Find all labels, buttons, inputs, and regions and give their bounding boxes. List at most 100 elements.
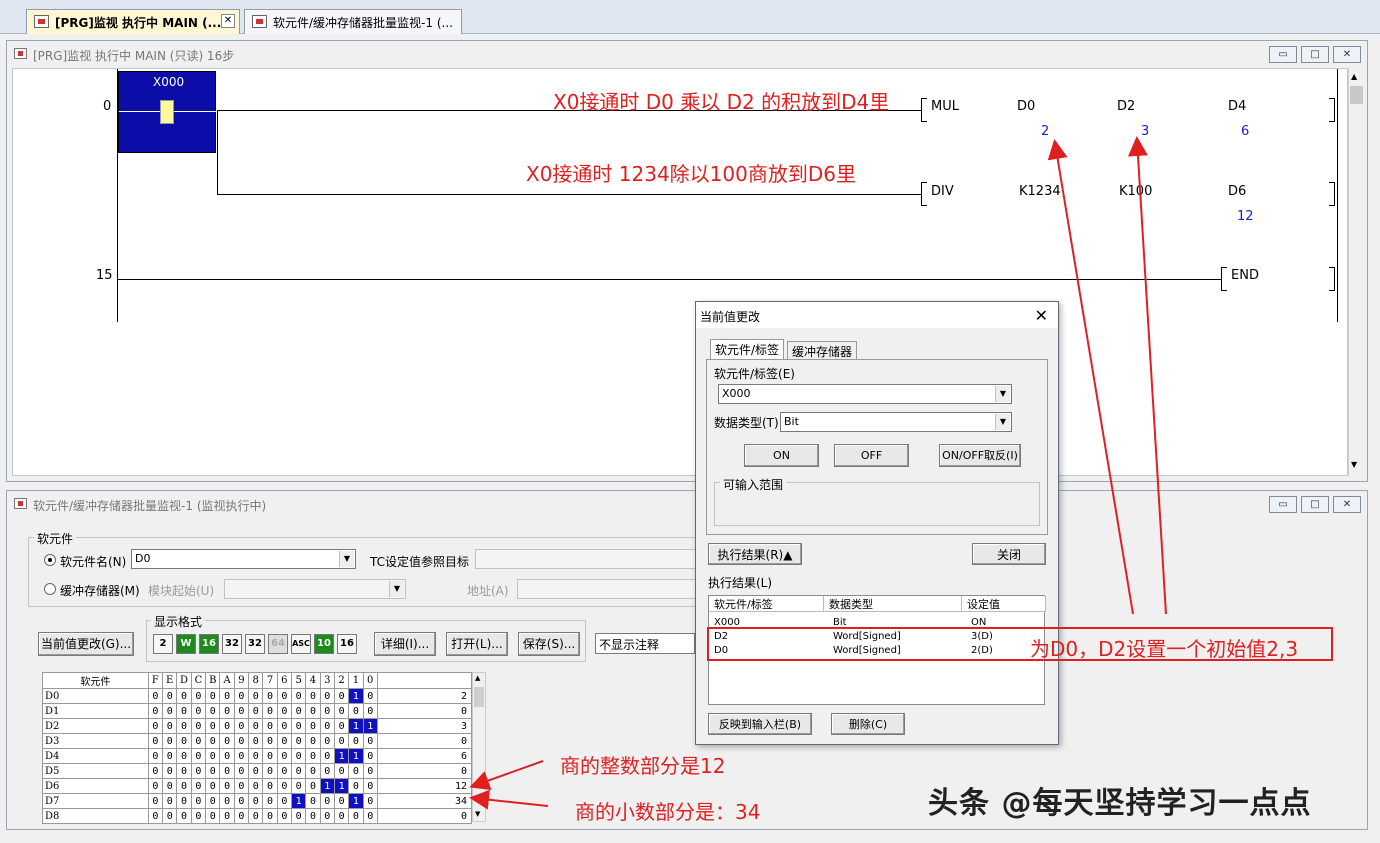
bit-cell[interactable]: 0 — [147, 763, 164, 779]
format-word-button[interactable]: W — [176, 634, 196, 654]
bit-cell[interactable]: 0 — [333, 763, 350, 779]
close-icon[interactable]: ✕ — [1035, 306, 1048, 325]
bit-cell[interactable]: 0 — [176, 778, 192, 794]
reflect-to-input-button[interactable]: 反映到输入栏(B) — [708, 713, 812, 735]
bit-cell[interactable]: 0 — [305, 808, 321, 824]
table-vertical-scrollbar[interactable]: ▲ ▼ — [472, 672, 486, 822]
bit-cell[interactable]: 0 — [305, 763, 321, 779]
bit-cell[interactable]: 0 — [205, 778, 221, 794]
bit-cell[interactable]: 0 — [348, 733, 364, 749]
bit-cell[interactable]: 0 — [319, 733, 335, 749]
table-row[interactable]: D2 0 0 0 0 0 0 0 0 0 0 0 0 0 0 1 1 3 — [42, 718, 473, 734]
bit-cell[interactable]: 0 — [176, 688, 192, 704]
bit-cell[interactable]: 0 — [248, 688, 264, 704]
bit-cell[interactable]: 0 — [262, 748, 278, 764]
bit-cell[interactable]: 0 — [233, 748, 250, 764]
row-value[interactable]: 12 — [376, 778, 473, 794]
bit-cell[interactable]: 0 — [305, 793, 321, 809]
table-row[interactable]: D3 0 0 0 0 0 0 0 0 0 0 0 0 0 0 0 0 0 — [42, 733, 473, 749]
format-32bit-float-button[interactable]: 32 — [245, 634, 265, 654]
bit-cell[interactable]: 1 — [290, 793, 307, 809]
bit-cell[interactable]: 0 — [205, 718, 221, 734]
detail-button[interactable]: 详细(I)... — [374, 632, 436, 656]
bit-cell[interactable]: 0 — [248, 778, 264, 794]
scroll-thumb[interactable] — [474, 687, 484, 707]
close-button[interactable]: ✕ — [1333, 46, 1361, 63]
bit-cell[interactable]: 0 — [276, 808, 293, 824]
operand-k100[interactable]: K100 — [1119, 184, 1152, 199]
bit-cell[interactable]: 0 — [219, 778, 235, 794]
instruction-div[interactable]: DIV — [931, 184, 954, 199]
bit-cell[interactable]: 0 — [233, 763, 250, 779]
bit-cell[interactable]: 0 — [176, 703, 192, 719]
bit-cell[interactable]: 0 — [147, 808, 164, 824]
bit-cell[interactable]: 0 — [162, 793, 178, 809]
bit-cell[interactable]: 0 — [147, 793, 164, 809]
format-binary-button[interactable]: 2 — [153, 634, 173, 654]
device-name-combo[interactable]: D0 ▼ — [131, 549, 356, 569]
off-button[interactable]: OFF — [834, 444, 909, 467]
bit-cell[interactable]: 1 — [348, 793, 364, 809]
bit-cell[interactable]: 0 — [362, 748, 378, 764]
bit-cell[interactable]: 0 — [219, 793, 235, 809]
ladder-vertical-scrollbar[interactable]: ▲ ▼ — [1348, 68, 1364, 476]
bit-cell[interactable]: 0 — [176, 763, 192, 779]
tc-reference-field[interactable] — [475, 549, 700, 569]
bit-cell[interactable]: 0 — [305, 688, 321, 704]
bit-cell[interactable]: 0 — [319, 703, 335, 719]
bit-cell[interactable]: 0 — [219, 733, 235, 749]
bit-cell[interactable]: 0 — [333, 688, 350, 704]
bit-cell[interactable]: 0 — [362, 793, 378, 809]
bit-cell[interactable]: 0 — [290, 718, 307, 734]
bit-cell[interactable]: 0 — [147, 778, 164, 794]
bit-cell[interactable]: 0 — [319, 718, 335, 734]
bit-cell[interactable]: 0 — [290, 748, 307, 764]
row-value[interactable]: 2 — [376, 688, 473, 704]
bit-cell[interactable]: 0 — [262, 808, 278, 824]
table-row[interactable]: D1 0 0 0 0 0 0 0 0 0 0 0 0 0 0 0 0 0 — [42, 703, 473, 719]
bit-cell[interactable]: 0 — [319, 793, 335, 809]
bit-cell[interactable]: 0 — [219, 688, 235, 704]
bit-cell[interactable]: 0 — [248, 733, 264, 749]
bit-cell[interactable]: 0 — [190, 808, 207, 824]
scroll-up-icon[interactable]: ▲ — [1351, 72, 1357, 81]
minimize-button[interactable]: ▭ — [1269, 46, 1297, 63]
bit-cell[interactable]: 0 — [219, 703, 235, 719]
maximize-button[interactable]: □ — [1301, 46, 1329, 63]
bit-cell[interactable]: 0 — [305, 703, 321, 719]
bit-cell[interactable]: 0 — [262, 703, 278, 719]
toggle-button[interactable]: ON/OFF取反(I) — [939, 444, 1021, 467]
bit-cell[interactable]: 0 — [176, 733, 192, 749]
bit-cell[interactable]: 1 — [348, 748, 364, 764]
contact-x000[interactable]: X000 — [118, 71, 217, 153]
bit-cell[interactable]: 1 — [333, 778, 350, 794]
bit-cell[interactable]: 0 — [162, 733, 178, 749]
instruction-end[interactable]: END — [1231, 268, 1259, 283]
bit-cell[interactable]: 0 — [190, 763, 207, 779]
row-value[interactable]: 0 — [376, 808, 473, 824]
tab-device-label[interactable]: 软元件/标签 — [710, 339, 785, 360]
bit-cell[interactable]: 0 — [248, 748, 264, 764]
bit-cell[interactable]: 0 — [190, 733, 207, 749]
close-button[interactable]: 关闭 — [972, 543, 1046, 565]
table-row[interactable]: D5 0 0 0 0 0 0 0 0 0 0 0 0 0 0 0 0 0 — [42, 763, 473, 779]
bit-cell[interactable]: 0 — [290, 778, 307, 794]
address-combo[interactable] — [517, 579, 700, 599]
change-value-button[interactable]: 当前值更改(G)... — [38, 632, 134, 656]
bit-cell[interactable]: 0 — [248, 703, 264, 719]
bit-cell[interactable]: 0 — [262, 793, 278, 809]
bit-cell[interactable]: 0 — [319, 688, 335, 704]
bit-cell[interactable]: 0 — [305, 733, 321, 749]
scroll-up-icon[interactable]: ▲ — [475, 674, 480, 682]
bit-cell[interactable]: 0 — [162, 763, 178, 779]
bit-cell[interactable]: 0 — [190, 703, 207, 719]
format-32bit-button[interactable]: 32 — [222, 634, 242, 654]
bit-cell[interactable]: 0 — [162, 778, 178, 794]
bit-cell[interactable]: 0 — [190, 718, 207, 734]
bit-cell[interactable]: 0 — [319, 763, 335, 779]
bit-cell[interactable]: 0 — [147, 718, 164, 734]
bit-cell[interactable]: 0 — [333, 718, 350, 734]
open-button[interactable]: 打开(L)... — [446, 632, 508, 656]
bit-cell[interactable]: 0 — [176, 718, 192, 734]
comment-display-select[interactable]: 不显示注释 — [595, 633, 695, 654]
